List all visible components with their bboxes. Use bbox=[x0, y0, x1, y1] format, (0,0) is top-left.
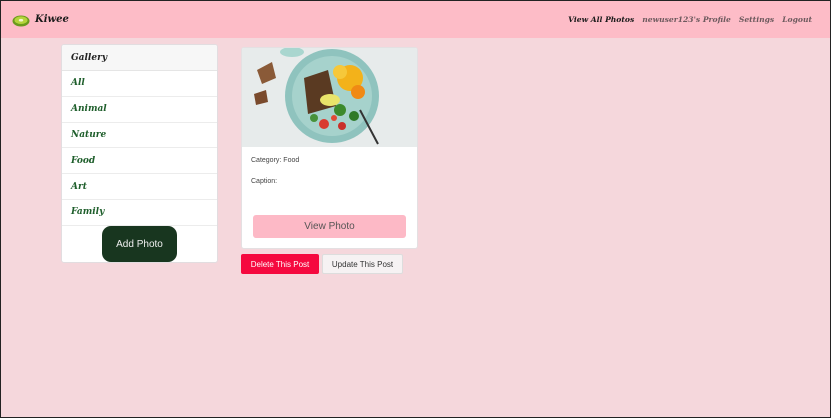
add-photo-button[interactable]: Add Photo bbox=[102, 226, 177, 262]
delete-post-button[interactable]: Delete This Post bbox=[241, 254, 319, 274]
kiwi-slice-icon bbox=[12, 15, 30, 26]
navbar: Kiwee View All Photos newuser123's Profi… bbox=[1, 1, 830, 38]
nav-profile[interactable]: newuser123's Profile bbox=[642, 15, 731, 24]
brand[interactable]: Kiwee bbox=[12, 13, 69, 27]
photo-card: Category: Food Caption: View Photo bbox=[241, 47, 418, 249]
view-photo-button[interactable]: View Photo bbox=[253, 215, 406, 238]
food-photo[interactable] bbox=[242, 48, 417, 147]
category-art[interactable]: Art bbox=[62, 174, 217, 200]
post-category: Category: Food bbox=[251, 157, 300, 164]
nav-settings[interactable]: Settings bbox=[739, 15, 774, 24]
category-animal[interactable]: Animal bbox=[62, 97, 217, 123]
category-nature[interactable]: Nature bbox=[62, 123, 217, 149]
category-all[interactable]: All bbox=[62, 71, 217, 97]
nav-view-all-photos[interactable]: View All Photos bbox=[568, 15, 634, 24]
category-food[interactable]: Food bbox=[62, 148, 217, 175]
update-post-button[interactable]: Update This Post bbox=[322, 254, 403, 274]
gallery-sidebar: Gallery All Animal Nature Food Art Famil… bbox=[61, 44, 218, 263]
nav-logout[interactable]: Logout bbox=[782, 15, 812, 24]
nav-links: View All Photos newuser123's Profile Set… bbox=[560, 1, 812, 38]
post-caption: Caption: bbox=[251, 178, 278, 185]
gallery-header: Gallery bbox=[62, 45, 217, 71]
category-family[interactable]: Family bbox=[62, 200, 217, 226]
brand-name: Kiwee bbox=[35, 14, 69, 25]
